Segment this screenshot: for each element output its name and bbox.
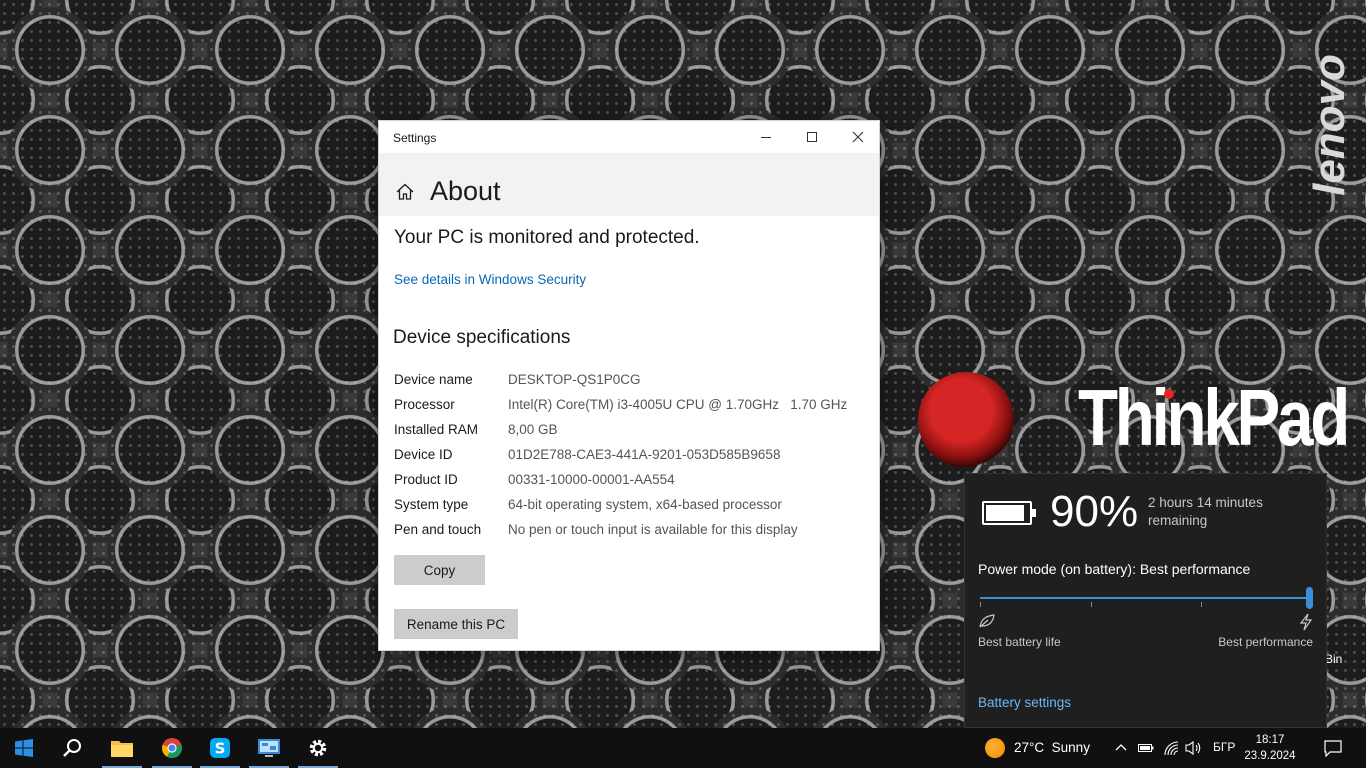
- maximize-button[interactable]: [789, 121, 835, 153]
- search-button[interactable]: [48, 728, 96, 768]
- control-panel-button[interactable]: [245, 728, 293, 768]
- window-title: Settings: [393, 131, 437, 145]
- chrome-button[interactable]: [148, 728, 196, 768]
- spec-value: 64-bit operating system, x64-based proce…: [508, 497, 782, 512]
- battery-settings-link[interactable]: Battery settings: [978, 695, 1071, 710]
- spec-label: Product ID: [394, 472, 458, 487]
- copy-button[interactable]: Copy: [394, 555, 485, 585]
- page-header: About: [379, 153, 879, 216]
- minimize-icon: [761, 136, 771, 138]
- lenovo-logo: lenovo: [1305, 54, 1354, 196]
- spec-label: Pen and touch: [394, 522, 482, 537]
- battery-tray-icon[interactable]: [1138, 742, 1154, 754]
- battery-icon: [982, 501, 1036, 525]
- windows-start-icon: [15, 739, 33, 757]
- home-icon[interactable]: [395, 182, 415, 202]
- battery-percent: 90%: [1050, 487, 1139, 536]
- maximize-icon: [807, 132, 817, 142]
- spec-value: No pen or touch input is available for t…: [508, 522, 798, 537]
- volume-icon[interactable]: [1185, 740, 1203, 756]
- skype-icon: S: [210, 738, 230, 758]
- spec-value: 01D2E788-CAE3-441A-9201-053D585B9658: [508, 447, 781, 462]
- power-mode-slider-track[interactable]: [980, 597, 1312, 599]
- slider-tick: [1201, 602, 1202, 607]
- spec-label: Device name: [394, 372, 473, 387]
- start-button[interactable]: [0, 728, 48, 768]
- spec-label: System type: [394, 497, 469, 512]
- settings-button[interactable]: [294, 728, 342, 768]
- file-explorer-icon: [111, 741, 133, 757]
- leaf-icon: [979, 614, 995, 628]
- spec-value: DESKTOP-QS1P0CG: [508, 372, 641, 387]
- clock-time: 18:17: [1255, 734, 1285, 746]
- skype-button[interactable]: S: [196, 728, 244, 768]
- settings-gear-icon: [309, 739, 327, 757]
- best-performance-label: Best performance: [1218, 635, 1313, 649]
- rename-pc-button[interactable]: Rename this PC: [394, 609, 518, 639]
- battery-flyout: 90% 2 hours 14 minutes remaining Power m…: [964, 473, 1327, 728]
- window-titlebar[interactable]: Settings: [379, 121, 879, 153]
- spec-value: 8,00 GB: [508, 422, 558, 437]
- settings-window: Settings About Your PC is monitored and …: [378, 120, 880, 651]
- weather-text[interactable]: 27°C Sunny: [1014, 740, 1090, 755]
- power-mode-slider-thumb[interactable]: [1306, 587, 1313, 609]
- chrome-icon: [162, 738, 182, 759]
- chevron-up-icon[interactable]: [1115, 742, 1127, 752]
- thinkpad-logo-dot: [1164, 389, 1174, 399]
- search-icon: [63, 739, 81, 757]
- svg-text:S: S: [215, 740, 226, 758]
- close-icon: [852, 131, 864, 143]
- thinkpad-logo: ThinkPad: [1078, 373, 1350, 462]
- recycle-bin-label[interactable]: Bin: [1325, 652, 1342, 666]
- file-explorer-button[interactable]: [98, 728, 146, 768]
- control-panel-icon: [258, 739, 280, 757]
- spec-value: 00331-10000-00001-AA554: [508, 472, 675, 487]
- windows-security-link[interactable]: See details in Windows Security: [394, 272, 586, 287]
- lightning-bolt-icon: [1299, 613, 1313, 631]
- power-mode-label: Power mode (on battery): Best performanc…: [978, 561, 1251, 577]
- close-button[interactable]: [835, 121, 881, 153]
- device-specs-heading: Device specifications: [393, 327, 571, 348]
- slider-tick: [980, 602, 981, 607]
- spec-label: Device ID: [394, 447, 453, 462]
- best-battery-life-label: Best battery life: [978, 635, 1061, 649]
- wifi-icon[interactable]: [1163, 740, 1179, 756]
- protection-status: Your PC is monitored and protected.: [394, 227, 700, 248]
- minimize-button[interactable]: [743, 121, 789, 153]
- action-center-icon[interactable]: [1324, 740, 1342, 757]
- weather-sun-icon[interactable]: [985, 738, 1005, 758]
- page-title: About: [430, 176, 501, 206]
- spec-label: Installed RAM: [394, 422, 479, 437]
- wallpaper-red-pad: [918, 372, 1014, 468]
- input-language[interactable]: БГР: [1213, 740, 1235, 754]
- spec-label: Processor: [394, 397, 455, 412]
- taskbar: S 27°C Sunny БГР 18:17 23.9.2024: [0, 728, 1366, 768]
- spec-value: Intel(R) Core(TM) i3-4005U CPU @ 1.70GHz…: [508, 397, 848, 412]
- taskbar-clock[interactable]: 18:17 23.9.2024 г.: [1240, 732, 1300, 768]
- battery-time-remaining: 2 hours 14 minutes remaining: [1148, 495, 1263, 528]
- clock-date: 23.9.2024 г.: [1244, 750, 1296, 768]
- slider-tick: [1091, 602, 1092, 607]
